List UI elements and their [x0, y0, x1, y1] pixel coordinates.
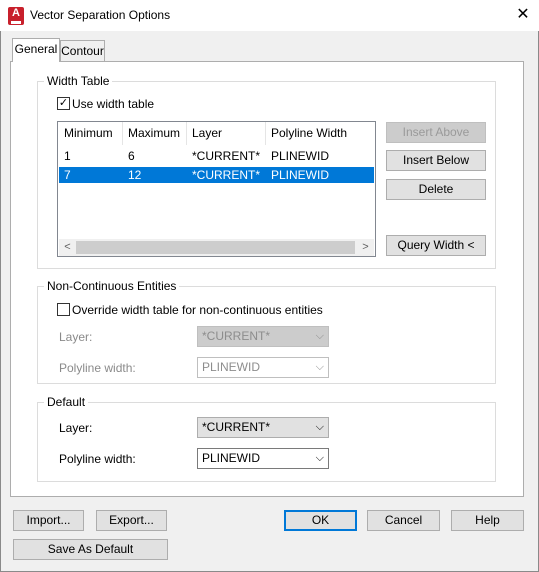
dropdown-value: *CURRENT* [202, 420, 271, 434]
cell-minimum: 7 [64, 168, 71, 182]
chevron-down-icon: ⌵ [315, 361, 324, 373]
column-divider[interactable] [186, 122, 187, 145]
help-button[interactable]: Help [451, 510, 524, 531]
chevron-down-icon: ⌵ [315, 421, 324, 433]
tab-contour[interactable]: Contour [60, 40, 105, 61]
autocad-app-icon: A [8, 7, 24, 25]
use-width-table-checkbox[interactable]: ✓ [57, 97, 70, 110]
non-continuous-polyline-dropdown[interactable]: PLINEWID ⌵ [197, 357, 329, 378]
column-header-maximum[interactable]: Maximum [128, 126, 180, 140]
width-table-group-label: Width Table [44, 74, 113, 88]
scrollbar-thumb[interactable] [76, 241, 355, 254]
dropdown-value: PLINEWID [202, 451, 261, 465]
dropdown-value: *CURRENT* [202, 329, 271, 343]
cell-layer: *CURRENT* [192, 168, 261, 182]
non-continuous-layer-dropdown[interactable]: *CURRENT* ⌵ [197, 326, 329, 347]
default-polyline-label: Polyline width: [59, 452, 136, 466]
column-header-layer[interactable]: Layer [192, 126, 222, 140]
cell-maximum: 12 [128, 168, 142, 182]
non-continuous-group-label: Non-Continuous Entities [44, 279, 180, 293]
default-layer-dropdown[interactable]: *CURRENT* ⌵ [197, 417, 329, 438]
cell-layer: *CURRENT* [192, 149, 261, 163]
app-icon-letter: A [12, 7, 20, 19]
query-width-button[interactable]: Query Width < [386, 235, 486, 256]
insert-below-button[interactable]: Insert Below [386, 150, 486, 171]
override-width-table-label[interactable]: Override width table for non-continuous … [72, 303, 323, 317]
table-row-selected[interactable]: 7 12 *CURRENT* PLINEWID [59, 167, 374, 183]
cell-polyline-width: PLINEWID [271, 168, 330, 182]
cancel-button[interactable]: Cancel [367, 510, 440, 531]
save-as-default-button[interactable]: Save As Default [13, 539, 168, 560]
width-table-list[interactable]: Minimum Maximum Layer Polyline Width 1 6… [57, 121, 376, 257]
delete-button[interactable]: Delete [386, 179, 486, 200]
cell-minimum: 1 [64, 149, 71, 163]
default-polyline-dropdown[interactable]: PLINEWID ⌵ [197, 448, 329, 469]
default-group-label: Default [44, 395, 89, 409]
chevron-down-icon: ⌵ [315, 452, 324, 464]
title-bar: A Vector Separation Options ✕ [0, 0, 539, 31]
window-title: Vector Separation Options [30, 8, 171, 22]
column-divider[interactable] [265, 122, 266, 145]
non-continuous-layer-label: Layer: [59, 330, 93, 344]
scroll-right-icon[interactable]: > [357, 239, 374, 256]
non-continuous-polyline-label: Polyline width: [59, 361, 136, 375]
default-group [37, 402, 496, 482]
close-icon[interactable]: ✕ [512, 4, 534, 26]
use-width-table-label[interactable]: Use width table [72, 97, 154, 111]
column-divider[interactable] [122, 122, 123, 145]
chevron-down-icon: ⌵ [315, 330, 324, 342]
column-header-polyline-width[interactable]: Polyline Width [271, 126, 347, 140]
insert-above-button[interactable]: Insert Above [386, 122, 486, 143]
import-button[interactable]: Import... [13, 510, 84, 531]
export-button[interactable]: Export... [96, 510, 167, 531]
default-layer-label: Layer: [59, 421, 93, 435]
cell-maximum: 6 [128, 149, 135, 163]
scroll-left-icon[interactable]: < [59, 239, 76, 256]
ok-button[interactable]: OK [284, 510, 357, 531]
cell-polyline-width: PLINEWID [271, 149, 330, 163]
dropdown-value: PLINEWID [202, 360, 261, 374]
checkmark-icon: ✓ [58, 97, 69, 109]
override-width-table-checkbox[interactable] [57, 303, 70, 316]
table-row[interactable]: 1 6 *CURRENT* PLINEWID [59, 148, 374, 164]
column-header-minimum[interactable]: Minimum [64, 126, 113, 140]
horizontal-scrollbar[interactable]: < > [59, 239, 374, 256]
tab-general[interactable]: General [12, 38, 60, 62]
